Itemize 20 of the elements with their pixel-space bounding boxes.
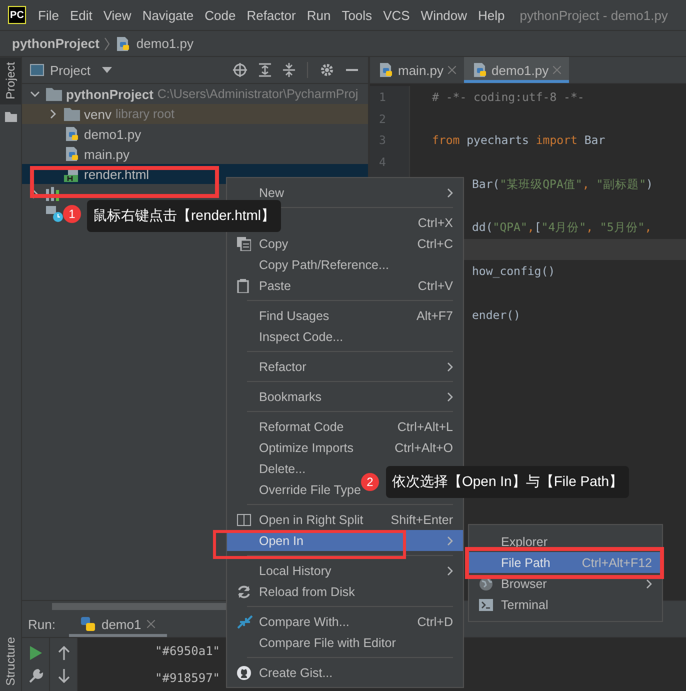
item-label: main.py [84,146,130,162]
code-line: from pyecharts import Bar [432,133,606,148]
item-hint: library root [115,107,175,121]
annotation-tooltip: 依次选择【Open In】与【File Path】 [386,466,630,498]
window-title: pythonProject - demo1.py [520,8,668,22]
annotation-tooltip: 鼠标右键点击【render.html】 [87,200,282,232]
app-logo: PC [8,6,26,24]
run-label: Run: [28,616,56,632]
output-line: "#6950a1" [155,644,220,658]
code-line: # -*- coding:utf-8 -*- [432,90,584,104]
output-line: "#918597" [155,670,220,685]
code-line: how_config() [472,264,556,278]
item-label: render.html [84,166,150,182]
item-label: pythonProject [66,86,154,102]
code-line: Bar("某班级QPA值", "副标题") [472,176,653,192]
code-line: ender() [472,308,520,322]
code-line: dd("QPA",["4月份", "5月份", [472,220,652,236]
item-hint: C:\Users\Administrator\PycharmProj [157,87,358,101]
item-label: demo1.py [84,126,142,142]
item-label: venv [84,106,112,122]
